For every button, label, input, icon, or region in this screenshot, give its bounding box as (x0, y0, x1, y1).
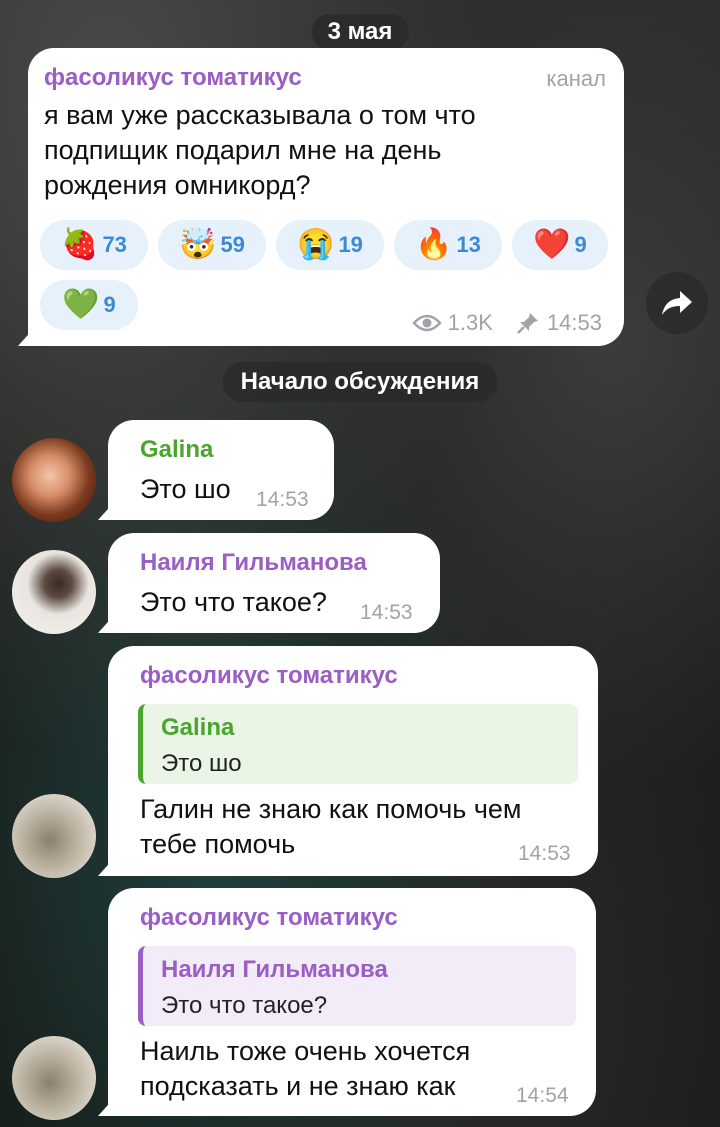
reaction-heart[interactable]: ❤️ 9 (512, 220, 608, 270)
bubble-tail (98, 856, 116, 876)
reply-sender: Galina (161, 714, 235, 741)
message-line: Галин не знаю как помочь чем (140, 794, 522, 824)
post-meta: 1.3K 14:53 (411, 310, 602, 336)
reaction-count: 59 (220, 232, 245, 257)
date-pill: 3 мая (311, 14, 409, 50)
channel-badge: канал (546, 66, 606, 91)
fire-icon: 🔥 (415, 228, 453, 261)
message-text: Это шо (140, 474, 231, 504)
reply-text: Это шо (161, 750, 242, 777)
green-heart-icon: 💚 (62, 288, 100, 321)
message-time: 14:53 (518, 842, 571, 865)
exploding-head-icon: 🤯 (179, 228, 217, 261)
reaction-exploding-head[interactable]: 🤯 59 (158, 220, 266, 270)
message-text: Это что такое? (140, 587, 327, 617)
reaction-green-heart[interactable]: 💚 9 (40, 280, 138, 330)
crying-face-icon: 😭 (297, 228, 335, 261)
message-bubble[interactable]: Наиля Гильманова Это что такое? 14:53 (98, 533, 440, 633)
message-time: 14:53 (256, 488, 309, 511)
channel-name[interactable]: фасоликус томатикус (44, 64, 302, 92)
reply-sender: Наиля Гильманова (161, 956, 388, 983)
bubble-tail (18, 326, 36, 346)
reaction-count: 9 (574, 232, 587, 257)
reaction-crying[interactable]: 😭 19 (276, 220, 384, 270)
message-line: тебе помочь (140, 829, 296, 859)
discussion-start-pill: Начало обсуждения (222, 362, 498, 402)
avatar-naila[interactable] (12, 550, 96, 634)
reaction-fire[interactable]: 🔥 13 (394, 220, 502, 270)
channel-post-bubble[interactable]: фасоликус томатикус канал я вам уже расс… (18, 48, 624, 346)
eye-icon (411, 314, 442, 332)
post-time: 14:53 (546, 310, 602, 335)
share-button[interactable] (646, 272, 708, 334)
bubble-tail (98, 1096, 116, 1116)
reaction-count: 9 (103, 292, 116, 317)
avatar-fasolikus[interactable] (12, 1036, 96, 1120)
post-text: я вам уже рассказывала о том что подпищи… (44, 100, 476, 200)
avatar-fasolikus[interactable] (12, 794, 96, 878)
message-bubble[interactable]: Galina Это шо 14:53 (98, 420, 334, 520)
sender-name[interactable]: фасоликус томатикус (140, 662, 398, 690)
sender-name[interactable]: фасоликус томатикус (140, 904, 398, 932)
red-heart-icon: ❤️ (533, 228, 571, 261)
sender-name[interactable]: Galina (140, 436, 213, 464)
avatar-galina[interactable] (12, 438, 96, 522)
message-text: Галин не знаю как помочь чем тебе помочь (140, 792, 522, 862)
sender-name[interactable]: Наиля Гильманова (140, 549, 367, 577)
reaction-count: 19 (338, 232, 363, 257)
bubble-tail (98, 500, 116, 520)
reaction-count: 13 (456, 232, 481, 257)
strawberry-icon: 🍓 (61, 228, 99, 261)
views-count: 1.3K (447, 310, 493, 335)
message-line: Наиль тоже очень хочется (140, 1036, 471, 1066)
reaction-strawberry[interactable]: 🍓 73 (40, 220, 148, 270)
reply-quote[interactable]: Наиля Гильманова Это что такое? (138, 946, 576, 1026)
reply-quote[interactable]: Galina Это шо (138, 704, 578, 784)
message-text: Наиль тоже очень хочется подсказать и не… (140, 1034, 470, 1104)
reaction-count: 73 (102, 232, 127, 257)
share-arrow-icon (662, 291, 692, 315)
message-time: 14:54 (516, 1084, 569, 1107)
reply-text: Это что такое? (161, 992, 328, 1019)
message-bubble[interactable]: фасоликус томатикус Наиля Гильманова Это… (98, 888, 596, 1116)
message-line: подсказать и не знаю как (140, 1071, 456, 1101)
message-bubble[interactable]: фасоликус томатикус Galina Это шо Галин … (98, 646, 598, 876)
message-time: 14:53 (360, 601, 413, 624)
bubble-tail (98, 613, 116, 633)
pin-icon (517, 313, 538, 334)
